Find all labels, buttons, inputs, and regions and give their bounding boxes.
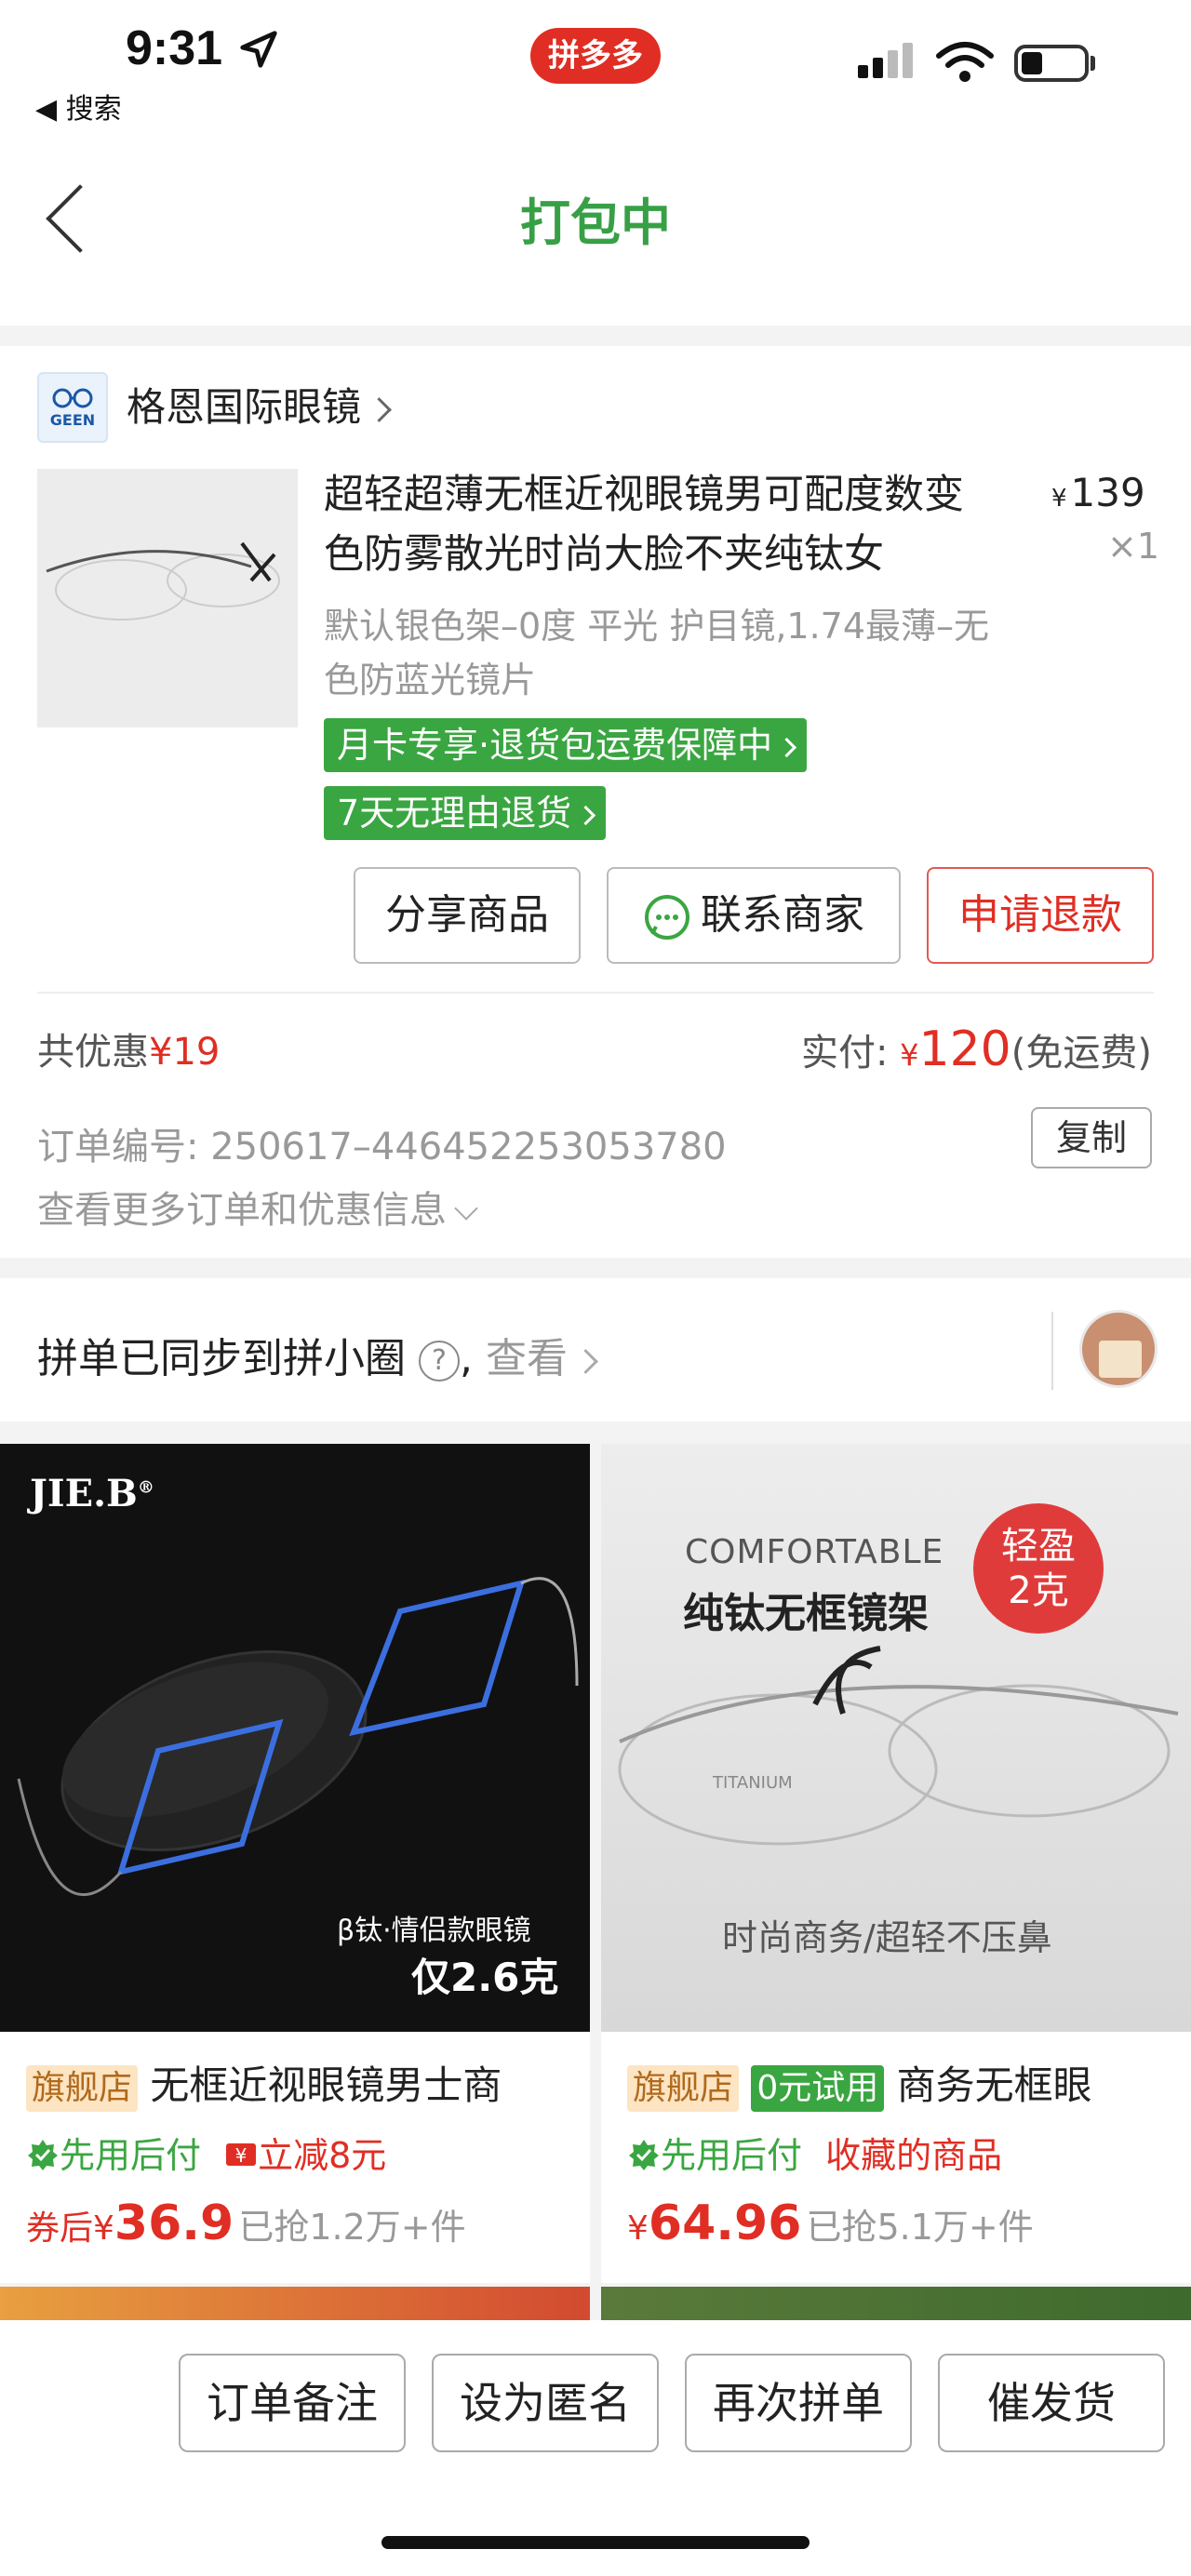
avatar[interactable] (1079, 1310, 1158, 1388)
more-order-info-link[interactable]: 查看更多订单和优惠信息 (37, 1180, 478, 1234)
product-spec: 默认银色架–0度 平光 护目镜,1.74最薄–无色防蓝光镜片 (324, 606, 990, 701)
image-caption-weight: 仅2.6克 (411, 1955, 559, 2000)
coupon-icon: ¥ (226, 2143, 257, 2167)
chevron-right-icon (576, 805, 596, 826)
order-number: 订单编号: 250617–446452253053780 (37, 1126, 727, 1168)
recommendation-card[interactable]: 旗舰店 无框近视眼镜男士商 先用后付 ¥ 立减8元 券后¥36.9 已抢1.2万+… (0, 2032, 590, 2283)
chat-bubble-icon (645, 895, 689, 940)
status-time: 9:31 (126, 21, 223, 75)
image-caption: β钛·情侣款眼镜 (337, 1915, 531, 1947)
recommendation-title: 旗舰店 0元试用 商务无框眼 (627, 2054, 1185, 2112)
recommendation-image[interactable] (601, 2287, 1191, 2324)
image-bubble: 轻盈 2克 (973, 1503, 1104, 1634)
amount-paid: 实付: ¥120(免运费) (800, 1021, 1152, 1077)
app-badge: 拼多多 (530, 28, 661, 84)
chevron-right-icon (367, 397, 392, 422)
recommendation-card[interactable]: 旗舰店 0元试用 商务无框眼 先用后付 收藏的商品 ¥64.96 已抢5.1万+… (601, 2032, 1191, 2283)
pay-later-feature: 先用后付 (26, 2135, 201, 2176)
location-arrow-icon (240, 31, 277, 68)
svg-text:TITANIUM: TITANIUM (712, 1773, 793, 1793)
recommendation-features: 先用后付 收藏的商品 (627, 2127, 1002, 2178)
image-brand: JIE.B® (30, 1472, 154, 1515)
recommendation-title: 旗舰店 无框近视眼镜男士商 (26, 2054, 584, 2112)
discount-feature: ¥ 立减8元 (224, 2135, 386, 2176)
copy-order-number-button[interactable]: 复制 (1031, 1107, 1152, 1168)
contact-seller-button[interactable]: 联系商家 (607, 867, 901, 964)
svg-text:¥: ¥ (235, 2144, 248, 2167)
chevron-right-icon (776, 737, 797, 758)
chevron-right-icon (573, 1348, 598, 1374)
group-sync-text[interactable]: 拼单已同步到拼小圈 ?, 查看 (37, 1325, 598, 1384)
page-title: 打包中 (520, 194, 671, 252)
product-title[interactable]: 超轻超薄无框近视眼镜男可配度数变色防雾散光时尚大脸不夹纯钛女 (324, 465, 1003, 584)
tag-7day-return[interactable]: 7天无理由退货 (324, 786, 607, 840)
reorder-button[interactable]: 再次拼单 (685, 2354, 912, 2452)
glasses-logo-icon (52, 388, 93, 408)
shop-name-link[interactable]: 格恩国际眼镜 (127, 376, 392, 433)
divider (1051, 1312, 1053, 1390)
product-thumbnail[interactable] (37, 469, 298, 727)
divider (37, 992, 1154, 994)
help-icon[interactable]: ? (419, 1341, 460, 1381)
badge-check-icon (629, 2140, 659, 2170)
pay-later-feature: 先用后付 (627, 2135, 802, 2176)
wifi-icon (936, 42, 994, 82)
recommendation-features: 先用后付 ¥ 立减8元 (26, 2127, 386, 2178)
recommendation-price-row: ¥64.96 已抢5.1万+件 (627, 2196, 1034, 2251)
image-headline: COMFORTABLE (685, 1533, 944, 1571)
glasses-image: TITANIUM (618, 1646, 1179, 1846)
shop-logo: GEEN (37, 372, 108, 443)
chevron-down-icon (454, 1196, 478, 1221)
urge-shipping-button[interactable]: 催发货 (938, 2354, 1165, 2452)
share-product-button[interactable]: 分享商品 (354, 867, 581, 964)
image-caption: 时尚商务/超轻不压鼻 (722, 1917, 1052, 1958)
home-indicator[interactable] (381, 2536, 810, 2549)
badge-check-icon (28, 2140, 58, 2170)
order-note-button[interactable]: 订单备注 (179, 2354, 406, 2452)
tag-monthly-card[interactable]: 月卡专享·退货包运费保障中 (324, 718, 808, 772)
recommendation-image[interactable]: COMFORTABLE 纯钛无框镜架 轻盈 2克 TITANIUM 时尚商务/超轻… (601, 1444, 1191, 2032)
total-discount: 共优惠¥19 (37, 1031, 221, 1074)
product-quantity: ×1 (1107, 526, 1160, 567)
recommendation-image[interactable] (0, 2287, 590, 2324)
recommendation-image[interactable]: JIE.B® β钛·情侣款眼镜 仅2.6克 (0, 1444, 590, 2032)
glasses-image (46, 541, 280, 621)
product-price: ¥139 (1051, 470, 1145, 515)
status-back-to-search[interactable]: ◀ 搜索 (35, 86, 122, 127)
recommendation-price-row: 券后¥36.9 已抢1.2万+件 (26, 2196, 466, 2251)
request-refund-button[interactable]: 申请退款 (927, 867, 1154, 964)
favorited-feature: 收藏的商品 (825, 2135, 1003, 2176)
set-anonymous-button[interactable]: 设为匿名 (432, 2354, 659, 2452)
